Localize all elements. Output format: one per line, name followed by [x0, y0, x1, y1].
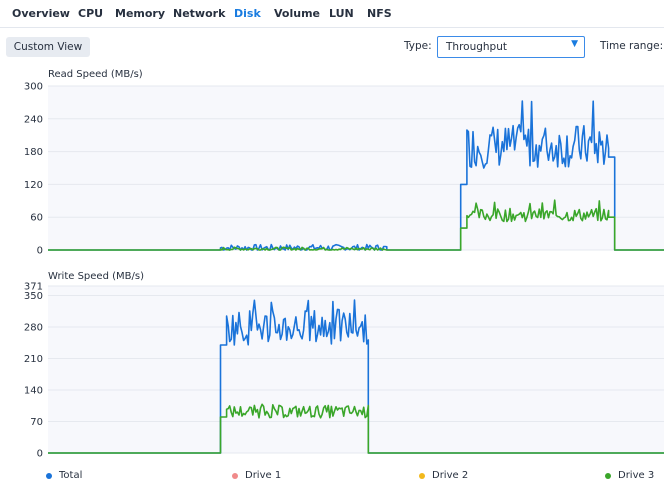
- legend-dot-icon: [419, 472, 425, 479]
- legend-drive-2[interactable]: Drive 2: [419, 470, 468, 481]
- y-tick-label: 0: [37, 449, 43, 460]
- plot-area: [48, 286, 664, 453]
- legend-label: Drive 3: [618, 470, 655, 481]
- legend-drive-3[interactable]: Drive 3: [605, 470, 654, 481]
- y-tick-label: 210: [24, 354, 43, 365]
- legend-drive-1[interactable]: Drive 1: [232, 470, 281, 481]
- y-tick-label: 350: [24, 291, 43, 302]
- legend-dot-icon: [605, 472, 611, 479]
- legend-dot-icon: [46, 472, 52, 479]
- y-tick-label: 70: [30, 417, 43, 428]
- legend-dot-icon: [232, 472, 238, 479]
- legend-label: Total: [59, 470, 83, 481]
- legend-total[interactable]: Total: [46, 470, 82, 481]
- write-speed-chart: 0 70 140 210 280 350371: [24, 282, 664, 460]
- legend-label: Drive 2: [432, 470, 469, 481]
- y-tick-label: 140: [24, 385, 43, 396]
- legend-label: Drive 1: [245, 470, 282, 481]
- y-tick-label: 280: [24, 322, 43, 333]
- y-tick-label: 371: [24, 282, 43, 293]
